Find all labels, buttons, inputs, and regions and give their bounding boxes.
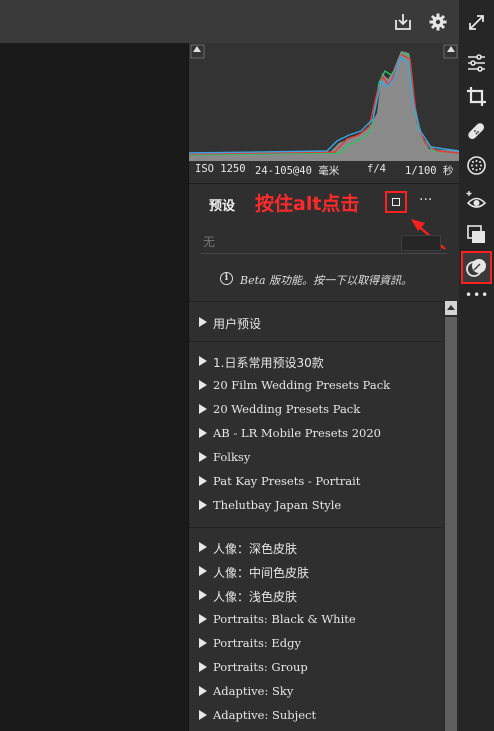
crop-icon[interactable]: [465, 85, 488, 108]
redeye-icon[interactable]: [465, 189, 488, 212]
healing-icon[interactable]: [465, 120, 488, 143]
beta-notice[interactable]: i Beta 版功能。按一下以取得資訊。: [189, 263, 459, 299]
scroll-thumb[interactable]: [445, 317, 457, 731]
beta-notice-text: Beta 版功能。按一下以取得資訊。: [240, 274, 413, 287]
mask-icon[interactable]: [465, 154, 488, 177]
preset-list: 用户预设 1.日系常用预设30款 20 Film Wedding Presets…: [189, 301, 443, 731]
expand-triangle-icon: [199, 614, 207, 624]
sliders-icon[interactable]: [465, 51, 488, 74]
expand-triangle-icon: [199, 500, 207, 510]
preset-list-scrollbar[interactable]: [443, 301, 459, 731]
expand-triangle-icon: [199, 452, 207, 462]
expand-triangle-icon: [199, 686, 207, 696]
preset-search-row: [189, 225, 459, 259]
export-icon[interactable]: [393, 12, 413, 32]
expand-triangle-icon: [199, 566, 207, 576]
expand-triangle-icon: [199, 710, 207, 720]
preset-group: 1.日系常用预设30款 20 Film Wedding Presets Pack…: [189, 341, 443, 526]
expand-triangle-icon: [199, 428, 207, 438]
more-icon[interactable]: •••: [465, 284, 488, 307]
image-canvas: [0, 43, 188, 731]
scroll-up-button[interactable]: [445, 301, 457, 315]
expand-triangle-icon: [199, 590, 207, 600]
expand-triangle-icon: [199, 476, 207, 486]
tool-strip: •••: [459, 0, 494, 731]
expand-triangle-icon: [199, 356, 207, 366]
edit-panel: ISO 1250 24-105@40 毫米 f/4 1/100 秒 预设 按住a…: [189, 43, 459, 731]
presets-icon[interactable]: [461, 251, 492, 284]
top-bar: [0, 0, 459, 43]
snapshots-icon[interactable]: [465, 223, 488, 246]
info-icon: i: [220, 272, 233, 285]
preset-group: 人像：深色皮肤 人像：中间色皮肤 人像：浅色皮肤 Portraits: Blac…: [189, 527, 443, 731]
preset-group: 用户预设: [189, 301, 443, 342]
expand-triangle-icon: [199, 542, 207, 552]
gear-icon[interactable]: [428, 12, 448, 32]
expand-triangle-icon: [199, 662, 207, 672]
expand-triangle-icon: [199, 404, 207, 414]
expand-triangle-icon: [199, 317, 207, 327]
expand-triangle-icon: [199, 638, 207, 648]
preset-filter-box[interactable]: [401, 235, 441, 251]
expand-triangle-icon: [199, 380, 207, 390]
expand-icon[interactable]: [465, 11, 488, 34]
